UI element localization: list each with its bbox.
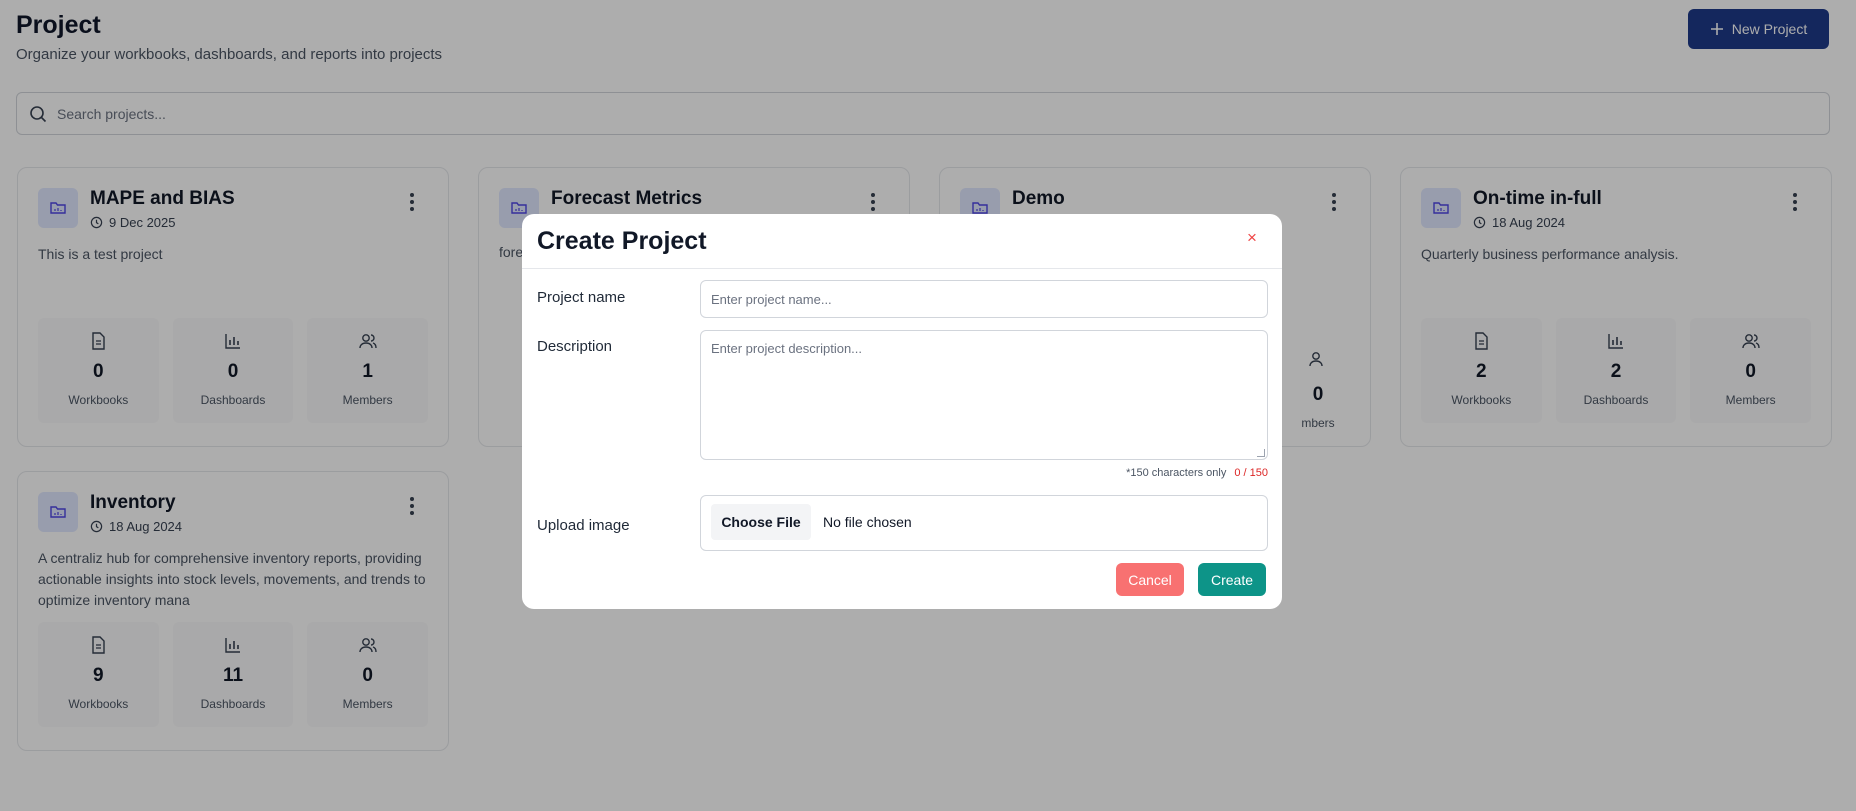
close-icon[interactable]: ×: [1244, 229, 1260, 246]
project-name-input[interactable]: [701, 281, 1267, 317]
create-project-modal: Create Project × Project name Descriptio…: [522, 214, 1282, 609]
modal-title: Create Project: [537, 226, 707, 255]
upload-image-field: Choose File No file chosen: [700, 495, 1268, 551]
create-button[interactable]: Create: [1198, 563, 1266, 596]
char-limit-note: *150 characters only 0 / 150: [1126, 467, 1268, 479]
no-file-text: No file chosen: [823, 514, 912, 530]
project-name-label: Project name: [537, 289, 626, 306]
modal-header: Create Project: [522, 214, 1282, 269]
description-input[interactable]: [701, 331, 1267, 459]
cancel-button[interactable]: Cancel: [1116, 563, 1184, 596]
upload-image-label: Upload image: [537, 517, 630, 534]
choose-file-button[interactable]: Choose File: [711, 504, 811, 540]
char-count: 0 / 150: [1234, 467, 1268, 479]
char-limit-text: *150 characters only: [1126, 467, 1227, 479]
resize-handle-icon[interactable]: [1257, 449, 1265, 457]
description-label: Description: [537, 338, 613, 355]
project-name-field: [700, 280, 1268, 318]
description-field: [700, 330, 1268, 460]
